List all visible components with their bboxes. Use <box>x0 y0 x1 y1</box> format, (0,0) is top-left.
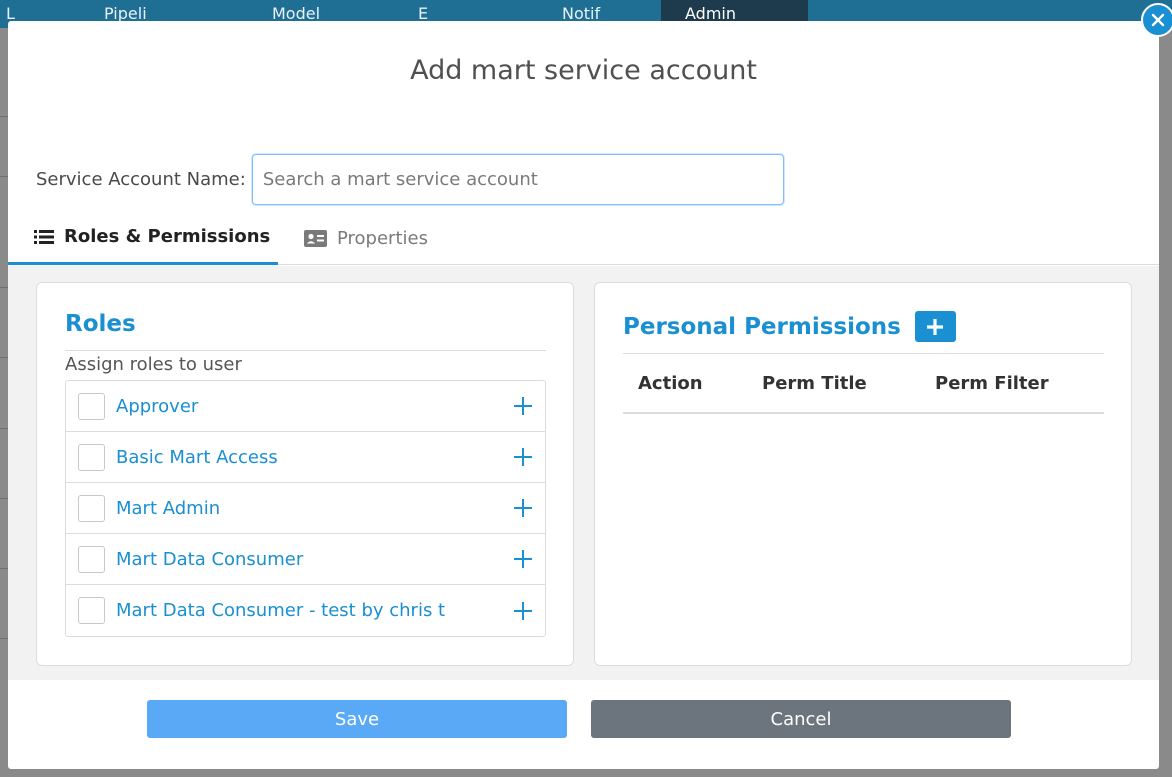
permissions-header: Personal Permissions <box>623 311 956 342</box>
service-account-name-label: Service Account Name: <box>36 169 246 190</box>
role-checkbox[interactable] <box>78 392 105 420</box>
role-label[interactable]: Mart Admin <box>116 498 511 519</box>
list-icon <box>34 229 54 245</box>
tab-roles-permissions[interactable]: Roles & Permissions <box>8 211 278 265</box>
add-permission-button[interactable] <box>914 311 956 342</box>
role-label[interactable]: Approver <box>116 396 511 417</box>
role-checkbox[interactable] <box>78 443 105 471</box>
plus-icon[interactable] <box>511 394 535 418</box>
background-divider <box>0 176 8 177</box>
background-divider <box>0 428 8 429</box>
background-divider <box>0 116 8 117</box>
tab-content: Roles Assign roles to user Approver Basi… <box>8 266 1159 680</box>
modal-footer: Save Cancel <box>8 680 1159 769</box>
column-header-perm-title: Perm Title <box>762 373 867 394</box>
tab-label: Roles & Permissions <box>64 226 271 247</box>
tab-label: Properties <box>337 227 428 249</box>
role-checkbox[interactable] <box>78 545 105 573</box>
background-divider <box>0 568 8 569</box>
plus-icon[interactable] <box>511 496 535 520</box>
modal-tabs: Roles & Permissions Properties <box>8 211 1159 265</box>
save-button[interactable]: Save <box>147 700 567 738</box>
modal-title: Add mart service account <box>410 55 757 86</box>
personal-permissions-card: Personal Permissions Action Perm Title P… <box>594 282 1132 666</box>
service-account-name-row: Service Account Name: <box>36 154 784 205</box>
role-item-mart-admin: Mart Admin <box>66 483 545 534</box>
role-label[interactable]: Mart Data Consumer - test by chris t <box>116 600 511 621</box>
close-icon <box>1151 13 1165 27</box>
plus-icon[interactable] <box>511 599 535 623</box>
roles-card: Roles Assign roles to user Approver Basi… <box>36 282 574 666</box>
add-service-account-modal: Add mart service account Service Account… <box>8 21 1159 769</box>
role-label[interactable]: Mart Data Consumer <box>116 549 511 570</box>
column-header-action: Action <box>638 373 703 394</box>
plus-icon[interactable] <box>511 547 535 571</box>
role-checkbox[interactable] <box>78 494 105 522</box>
role-item-mart-data-consumer: Mart Data Consumer <box>66 534 545 585</box>
permissions-title: Personal Permissions <box>623 313 901 340</box>
permissions-table-header: Action Perm Title Perm Filter <box>623 354 1104 414</box>
cancel-button[interactable]: Cancel <box>591 700 1011 738</box>
tab-properties[interactable]: Properties <box>304 211 428 265</box>
close-modal-button[interactable] <box>1141 3 1172 37</box>
service-account-search-input[interactable] <box>251 154 784 205</box>
role-item-basic-mart-access: Basic Mart Access <box>66 432 545 483</box>
background-divider <box>0 357 8 358</box>
background-divider <box>0 287 8 288</box>
background-divider <box>0 498 8 499</box>
plus-icon <box>927 318 944 335</box>
role-label[interactable]: Basic Mart Access <box>116 447 511 468</box>
role-list: Approver Basic Mart Access Mart Admin Ma… <box>65 380 546 637</box>
roles-subtitle: Assign roles to user <box>65 354 242 375</box>
plus-icon[interactable] <box>511 445 535 469</box>
role-item-approver: Approver <box>66 381 545 432</box>
roles-title: Roles <box>65 311 136 337</box>
column-header-perm-filter: Perm Filter <box>935 373 1049 394</box>
role-checkbox[interactable] <box>78 597 105 624</box>
roles-divider <box>65 350 546 351</box>
role-item-mart-data-consumer-test: Mart Data Consumer - test by chris t <box>66 585 545 636</box>
id-card-icon <box>304 229 327 247</box>
background-divider <box>0 638 8 639</box>
